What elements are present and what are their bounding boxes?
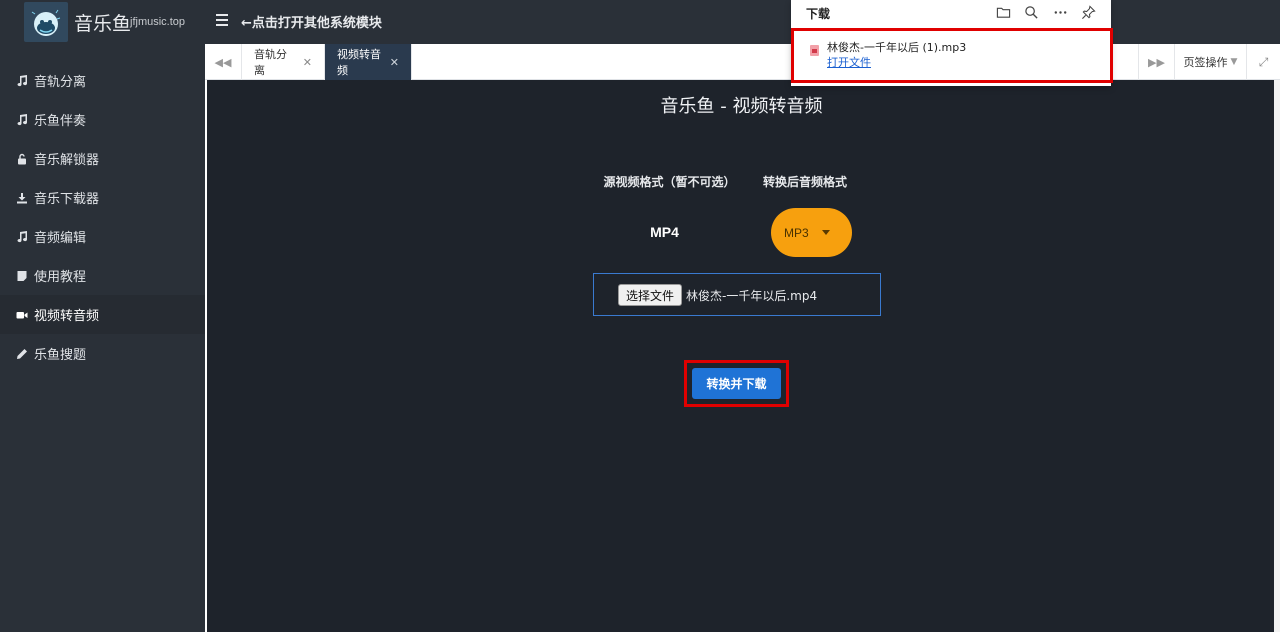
pencil-icon (16, 348, 28, 360)
target-format-value: MP3 (784, 225, 809, 240)
sidebar-item-label: 使用教程 (34, 270, 87, 285)
tab-label: 视频转音频 (337, 48, 381, 77)
tab-prev-icon[interactable]: ◀◀ (205, 44, 242, 80)
video-camera-icon (16, 309, 28, 321)
app-domain: jfjmusic.top (130, 16, 186, 28)
open-file-link[interactable]: 打开文件 (827, 54, 871, 70)
music-note-icon (16, 113, 28, 126)
music-note-icon (16, 74, 28, 87)
document-icon (16, 270, 28, 282)
tab-bar: ◀◀ 音轨分离 ✕ 视频转音频 ✕ ▶▶ 页签操作 ▼ ⤢ (205, 44, 1280, 80)
target-format-label: 转换后音频格式 (762, 175, 847, 189)
selected-file-name: 林俊杰-一千年以后.mp4 (686, 289, 818, 303)
download-file-name: 林俊杰-一千年以后 (1).mp3 (827, 41, 967, 54)
sidebar-item-music-unlocker[interactable]: 音乐解锁器 (0, 139, 205, 178)
tab-next-icon[interactable]: ▶▶ (1138, 44, 1174, 80)
page-title: 音乐鱼 - 视频转音频 (660, 96, 823, 117)
download-panel: 下载 林俊杰-一千年以后 (1).mp3 打开文件 (791, 0, 1113, 86)
menu-toggle-icon[interactable] (216, 14, 228, 26)
sidebar-item-video-to-audio[interactable]: 视频转音频 (0, 295, 205, 334)
search-icon[interactable] (1022, 3, 1040, 21)
sidebar-item-label: 视频转音频 (34, 309, 100, 324)
sidebar-item-label: 乐鱼搜题 (34, 348, 87, 363)
convert-and-download-button[interactable]: 转换并下载 (692, 368, 781, 399)
download-icon (16, 192, 28, 204)
sidebar: 音轨分离 乐鱼伴奏 音乐解锁器 音乐下载器 音频编辑 使用教程 视频转音频 乐鱼… (0, 44, 205, 632)
source-format-label: 源视频格式（暂不可选） (603, 175, 736, 189)
choose-file-button[interactable]: 选择文件 (618, 284, 682, 306)
music-note-icon (16, 230, 28, 243)
pin-icon[interactable] (1079, 3, 1097, 21)
more-options-icon[interactable] (1051, 3, 1069, 21)
source-format-value: MP4 (650, 224, 679, 240)
audio-file-icon (810, 45, 819, 56)
download-item[interactable]: 林俊杰-一千年以后 (1).mp3 打开文件 (791, 28, 1113, 83)
menu-hint[interactable]: ←点击打开其他系统模块 (241, 12, 382, 31)
chevron-down-icon: ▼ (1230, 57, 1238, 67)
tab-operations-label: 页签操作 (1183, 56, 1228, 69)
close-icon[interactable]: ✕ (303, 56, 312, 69)
target-format-select[interactable]: MP3 (771, 208, 852, 257)
chevron-down-icon (821, 230, 830, 235)
download-panel-title: 下载 (806, 7, 831, 21)
sidebar-item-label: 乐鱼伴奏 (34, 114, 87, 129)
sidebar-item-audio-editor[interactable]: 音频编辑 (0, 217, 205, 256)
sidebar-item-accompaniment[interactable]: 乐鱼伴奏 (0, 100, 205, 139)
sidebar-item-label: 音乐下载器 (34, 192, 100, 207)
unlock-icon (16, 153, 28, 165)
tab-track-separation[interactable]: 音轨分离 ✕ (242, 44, 325, 80)
tab-video-to-audio[interactable]: 视频转音频 ✕ (325, 44, 412, 80)
app-name: 音乐鱼 (74, 13, 132, 35)
app-logo (24, 2, 68, 42)
sidebar-item-track-separation[interactable]: 音轨分离 (0, 61, 205, 100)
tab-operations-dropdown[interactable]: 页签操作 ▼ (1174, 44, 1246, 80)
sidebar-item-label: 音轨分离 (34, 75, 87, 90)
convert-button-highlight: 转换并下载 (684, 360, 789, 407)
file-input-box: 选择文件 林俊杰-一千年以后.mp4 (593, 273, 881, 316)
main-content: 音乐鱼 - 视频转音频 源视频格式（暂不可选） 转换后音频格式 MP4 MP3 … (205, 80, 1274, 632)
sidebar-item-music-downloader[interactable]: 音乐下载器 (0, 178, 205, 217)
tab-label: 音轨分离 (254, 48, 287, 77)
fullscreen-icon[interactable]: ⤢ (1246, 44, 1280, 80)
sidebar-item-label: 音乐解锁器 (34, 153, 100, 168)
sidebar-item-search-questions[interactable]: 乐鱼搜题 (0, 334, 205, 373)
close-icon[interactable]: ✕ (390, 56, 399, 69)
sidebar-item-tutorial[interactable]: 使用教程 (0, 256, 205, 295)
scrollbar[interactable] (1274, 80, 1280, 632)
folder-icon[interactable] (994, 3, 1012, 21)
sidebar-item-label: 音频编辑 (34, 231, 87, 246)
